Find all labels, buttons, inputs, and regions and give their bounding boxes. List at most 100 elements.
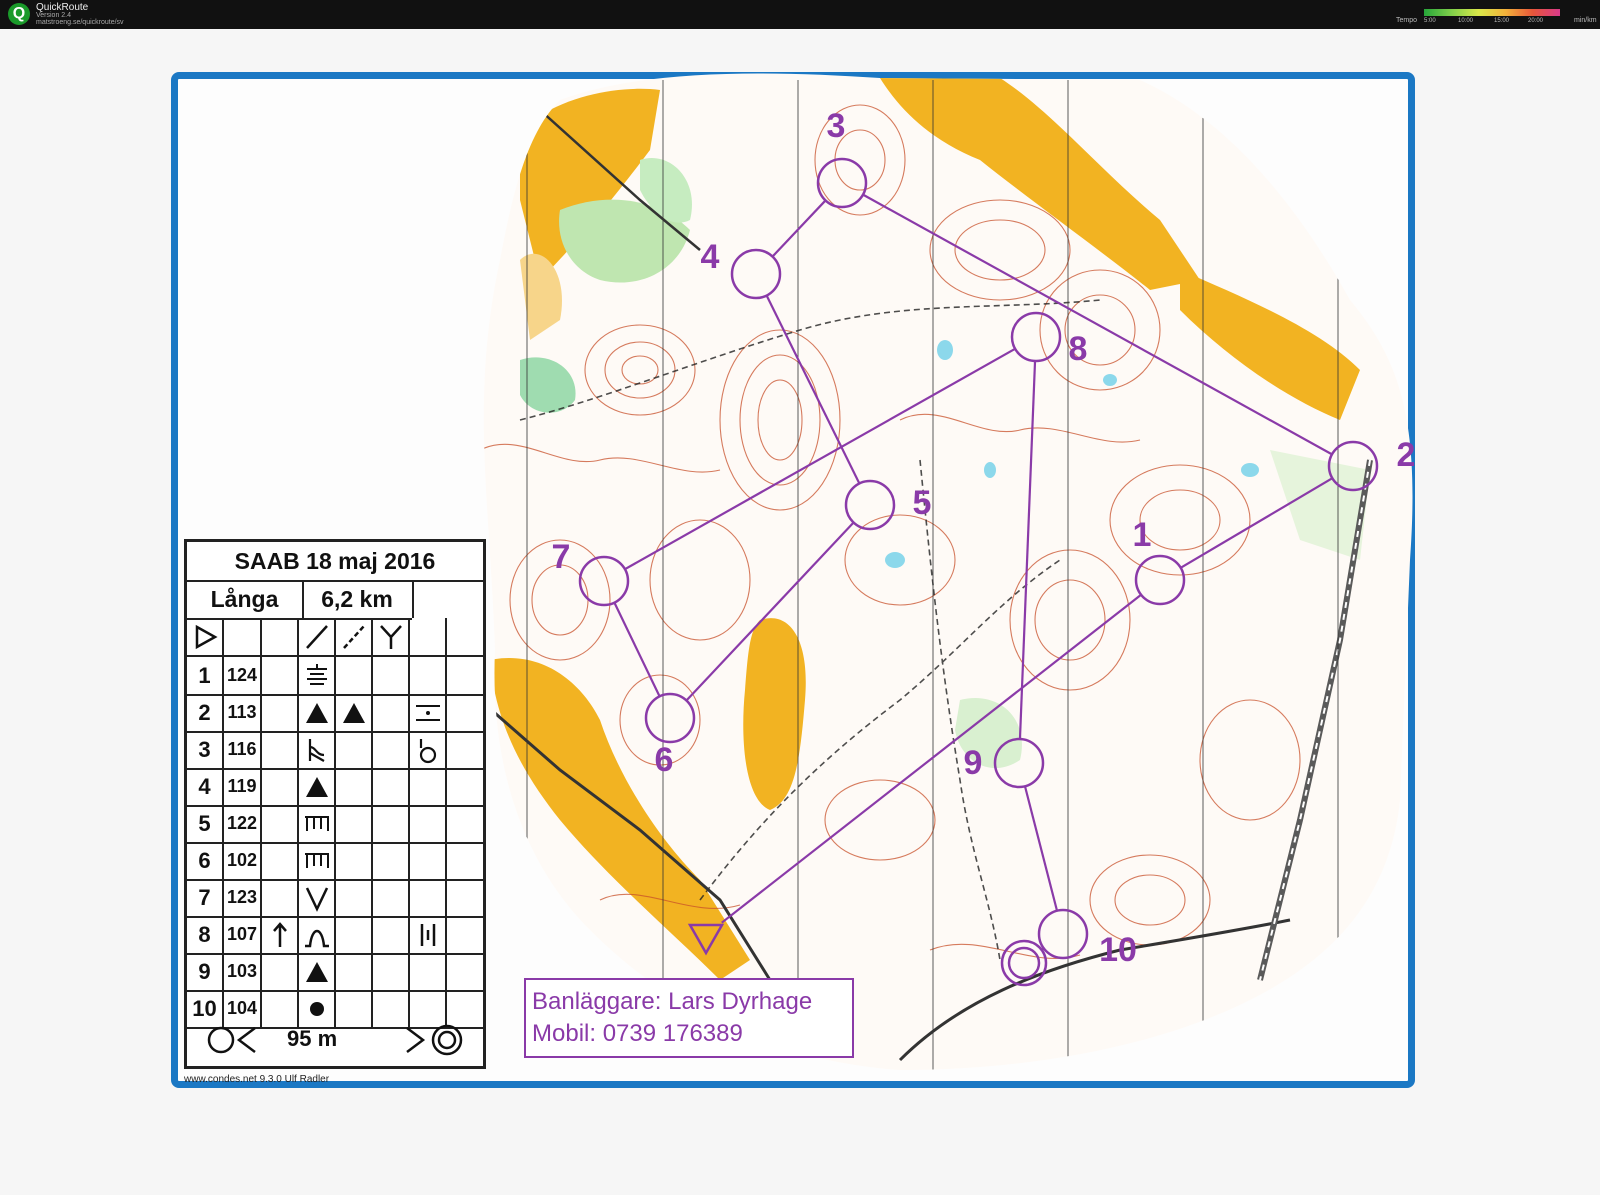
path-junction-icon bbox=[373, 618, 410, 655]
control-number-label: 8 bbox=[1069, 330, 1088, 368]
control-symbol-icon bbox=[299, 805, 336, 842]
control-code: 116 bbox=[224, 731, 262, 768]
control-code: 123 bbox=[224, 879, 262, 916]
empty-cell bbox=[262, 842, 299, 879]
finish-distance: 95 m bbox=[287, 1026, 338, 1051]
desc-header-row bbox=[187, 618, 483, 657]
control-row: 7 123 bbox=[187, 879, 483, 918]
empty-cell bbox=[410, 768, 447, 805]
control-number-label: 4 bbox=[701, 238, 720, 276]
control-code: 107 bbox=[224, 916, 262, 953]
control-symbol-icon bbox=[336, 694, 373, 731]
empty-cell bbox=[262, 768, 299, 805]
control-number: 5 bbox=[187, 805, 224, 842]
control-row: 2 113 bbox=[187, 694, 483, 733]
control-number-label: 6 bbox=[655, 741, 674, 779]
empty-cell bbox=[410, 805, 447, 842]
course-length: 6,2 km bbox=[302, 580, 412, 620]
control-number: 9 bbox=[187, 953, 224, 990]
empty-cell bbox=[336, 805, 373, 842]
course-setter-phone: Mobil: 0739 176389 bbox=[532, 1020, 743, 1047]
control-symbol-icon bbox=[262, 916, 299, 953]
empty-cell bbox=[373, 731, 410, 768]
control-row: 1 124 bbox=[187, 657, 483, 696]
control-symbol-icon bbox=[299, 842, 336, 879]
map-terrain bbox=[483, 73, 1413, 1071]
control-row: 8 107 bbox=[187, 916, 483, 955]
empty-cell bbox=[262, 694, 299, 731]
control-symbol-icon bbox=[299, 916, 336, 953]
control-number: 4 bbox=[187, 768, 224, 805]
control-number: 3 bbox=[187, 731, 224, 768]
path-symbol-icon bbox=[299, 618, 336, 655]
control-code: 102 bbox=[224, 842, 262, 879]
control-code: 122 bbox=[224, 805, 262, 842]
empty-cell bbox=[410, 953, 447, 990]
small-path-symbol-icon bbox=[336, 618, 373, 655]
empty-cell bbox=[447, 842, 483, 879]
empty-cell bbox=[410, 657, 447, 694]
control-number: 1 bbox=[187, 657, 224, 694]
event-title: SAAB 18 maj 2016 bbox=[187, 542, 483, 582]
empty-cell bbox=[447, 879, 483, 916]
finish-from-control-icon bbox=[207, 1026, 256, 1054]
control-code: 113 bbox=[224, 694, 262, 731]
control-code: 124 bbox=[224, 657, 262, 694]
control-description-sheet: SAAB 18 maj 2016 Långa 6,2 km 1 124 2 113 3 1… bbox=[184, 539, 486, 1069]
control-number: 2 bbox=[187, 694, 224, 731]
control-symbol-icon bbox=[299, 657, 336, 694]
empty-cell bbox=[447, 768, 483, 805]
empty-cell bbox=[373, 842, 410, 879]
control-code: 119 bbox=[224, 768, 262, 805]
empty-cell bbox=[336, 842, 373, 879]
empty-cell bbox=[447, 694, 483, 731]
control-number-label: 10 bbox=[1099, 931, 1137, 969]
control-number-label: 9 bbox=[964, 744, 983, 782]
empty-cell bbox=[447, 731, 483, 768]
course-name: Långa bbox=[187, 580, 304, 620]
empty-cell bbox=[336, 879, 373, 916]
empty-cell bbox=[373, 694, 410, 731]
empty-cell bbox=[373, 879, 410, 916]
control-number-label: 3 bbox=[827, 107, 846, 145]
software-credit: www.condes.net 9.3.0 Ulf Radler bbox=[184, 1074, 330, 1085]
control-row: 5 122 bbox=[187, 805, 483, 844]
empty-cell bbox=[447, 805, 483, 842]
course-setter-box: Banläggare: Lars Dyrhage Mobil: 0739 176… bbox=[524, 978, 854, 1058]
empty-cell bbox=[447, 916, 483, 953]
control-number-label: 1 bbox=[1133, 516, 1152, 554]
empty-cell bbox=[447, 657, 483, 694]
empty-cell bbox=[410, 842, 447, 879]
control-symbol-icon bbox=[410, 731, 447, 768]
control-symbol-icon bbox=[410, 694, 447, 731]
empty-cell bbox=[336, 953, 373, 990]
empty-cell bbox=[262, 731, 299, 768]
control-number-label: 5 bbox=[913, 484, 932, 522]
empty-cell bbox=[336, 768, 373, 805]
control-number-label: 2 bbox=[1397, 436, 1416, 474]
course-setter-name: Banläggare: Lars Dyrhage bbox=[532, 988, 813, 1015]
empty-cell bbox=[373, 953, 410, 990]
control-symbol-icon bbox=[299, 953, 336, 990]
control-symbol-icon bbox=[299, 879, 336, 916]
control-symbol-icon bbox=[299, 694, 336, 731]
control-row: 3 116 bbox=[187, 731, 483, 770]
control-symbol-icon bbox=[410, 916, 447, 953]
empty-cell bbox=[447, 953, 483, 990]
control-row: 9 103 bbox=[187, 953, 483, 992]
empty-cell bbox=[336, 916, 373, 953]
control-number-label: 7 bbox=[552, 538, 571, 576]
empty-cell bbox=[336, 657, 373, 694]
empty-cell bbox=[262, 879, 299, 916]
finish-circle-icon bbox=[406, 1024, 463, 1056]
start-triangle-icon bbox=[187, 618, 224, 655]
empty-cell bbox=[262, 805, 299, 842]
empty-cell bbox=[373, 768, 410, 805]
control-code: 103 bbox=[224, 953, 262, 990]
empty-cell bbox=[336, 731, 373, 768]
empty-cell bbox=[262, 953, 299, 990]
empty-cell bbox=[373, 916, 410, 953]
empty-cell bbox=[373, 805, 410, 842]
control-symbol-icon bbox=[299, 731, 336, 768]
empty-cell bbox=[262, 657, 299, 694]
